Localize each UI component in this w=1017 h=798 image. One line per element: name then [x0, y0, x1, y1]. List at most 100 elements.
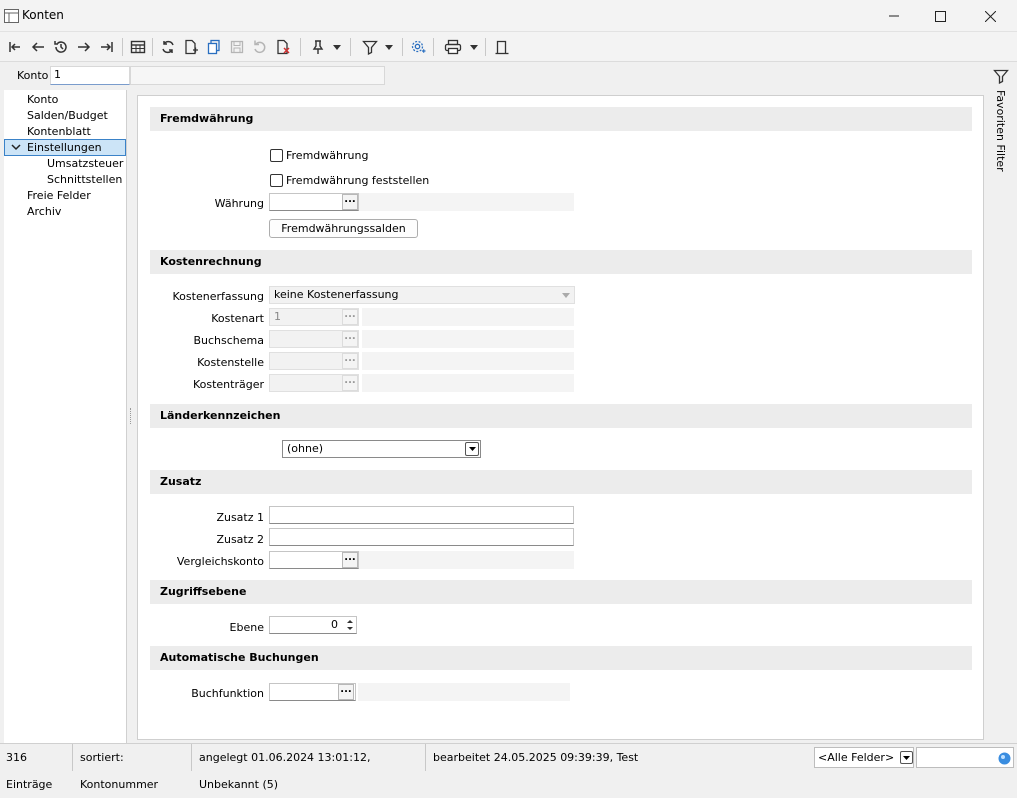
status-edited: bearbeitet 24.05.2025 09:39:39, Test — [433, 751, 639, 764]
chevron-down-icon[interactable] — [465, 442, 479, 456]
fremdwaehrung-checkbox-label: Fremdwährung — [286, 149, 369, 162]
minimize-button[interactable] — [871, 0, 917, 32]
nav-item-label: Einstellungen — [27, 141, 102, 154]
filter-dropdown-icon[interactable] — [382, 36, 396, 58]
search-globe-icon[interactable] — [998, 752, 1011, 765]
toolbar-separator — [122, 38, 123, 56]
zusatz1-label: Zusatz 1 — [216, 511, 264, 524]
toolbar-separator — [402, 38, 403, 56]
history-icon[interactable] — [50, 36, 72, 58]
pin-dropdown-icon[interactable] — [330, 36, 344, 58]
ebene-label: Ebene — [229, 621, 264, 634]
nav-item-freie-felder[interactable]: Freie Felder — [27, 188, 91, 204]
filter-icon[interactable] — [993, 68, 1009, 84]
zusatz1-input[interactable] — [269, 506, 574, 524]
buchfunktion-label: Buchfunktion — [191, 687, 264, 700]
undo-icon[interactable] — [249, 36, 271, 58]
kostenstelle-lookup-button[interactable]: ... — [342, 353, 358, 369]
app-icon — [4, 9, 19, 23]
delete-record-icon[interactable] — [272, 36, 294, 58]
vergleichskonto-description — [359, 551, 574, 569]
status-bar: 316 Einträge sortiert: Kontonummer angel… — [0, 743, 1017, 791]
buchschema-description — [362, 330, 574, 348]
toolbar-separator — [485, 38, 486, 56]
status-entries: 316 Einträge — [0, 744, 73, 791]
kostenerfassung-select[interactable]: keine Kostenerfassung — [269, 286, 575, 304]
save-icon[interactable] — [226, 36, 248, 58]
field-filter-value: <Alle Felder> — [818, 751, 895, 764]
toolbar-separator — [152, 38, 153, 56]
navigation-tree: Konto Salden/Budget Kontenblatt Einstell… — [4, 90, 127, 743]
title-bar: Konten — [0, 0, 1017, 32]
buchfunktion-lookup-button[interactable]: ... — [338, 684, 354, 700]
konto-name-field — [130, 66, 385, 85]
nav-item-archiv[interactable]: Archiv — [27, 204, 61, 220]
toolbar — [0, 32, 1017, 62]
table-view-icon[interactable] — [127, 36, 149, 58]
copy-record-icon[interactable] — [203, 36, 225, 58]
zusatz2-label: Zusatz 2 — [216, 533, 264, 546]
laenderkennzeichen-select[interactable]: (ohne) — [282, 440, 481, 458]
section-header-zugriffsebene: Zugriffsebene — [150, 580, 972, 604]
chevron-down-icon[interactable] — [11, 144, 21, 151]
toolbar-separator — [433, 38, 434, 56]
kostentraeger-lookup-button[interactable]: ... — [342, 375, 358, 391]
vergleichskonto-lookup-button[interactable]: ... — [342, 552, 358, 568]
section-header-laenderkennzeichen: Länderkennzeichen — [150, 404, 972, 428]
nav-item-umsatzsteuer[interactable]: Umsatzsteuer — [47, 156, 123, 172]
nav-item-konto[interactable]: Konto — [27, 92, 58, 108]
new-record-icon[interactable] — [180, 36, 202, 58]
fremdwaehrung-feststellen-checkbox[interactable] — [270, 174, 283, 187]
status-created: angelegt 01.06.2024 13:01:12, Unbekannt … — [193, 744, 426, 791]
zusatz2-input[interactable] — [269, 528, 574, 546]
pin-icon[interactable] — [307, 36, 329, 58]
fremdwaehrung-feststellen-label: Fremdwährung feststellen — [286, 174, 430, 187]
kostenstelle-description — [362, 352, 574, 370]
print-dropdown-icon[interactable] — [467, 36, 481, 58]
close-button[interactable] — [967, 0, 1013, 32]
favorites-filter-strip[interactable]: Favoriten Filter — [985, 62, 1017, 743]
fremdwaehrung-checkbox[interactable] — [270, 149, 283, 162]
settings-icon[interactable] — [407, 36, 429, 58]
nav-item-kontenblatt[interactable]: Kontenblatt — [27, 124, 91, 140]
kostenart-lookup-button[interactable]: ... — [342, 309, 358, 325]
print-icon[interactable] — [442, 36, 464, 58]
chevron-down-icon[interactable] — [562, 293, 570, 298]
last-record-icon[interactable] — [96, 36, 118, 58]
kostenstelle-label: Kostenstelle — [197, 356, 264, 369]
konto-label: Konto — [17, 69, 49, 82]
kostenerfassung-value: keine Kostenerfassung — [274, 288, 399, 301]
field-filter-select[interactable]: <Alle Felder> — [814, 747, 914, 768]
kostentraeger-description — [362, 374, 574, 392]
section-header-automatische-buchungen: Automatische Buchungen — [150, 646, 972, 670]
filter-icon[interactable] — [359, 36, 381, 58]
nav-item-einstellungen[interactable]: Einstellungen — [4, 139, 126, 156]
fremdwaehrungssalden-button[interactable]: Fremdwährungssalden — [269, 219, 418, 238]
nav-item-schnittstellen[interactable]: Schnittstellen — [47, 172, 122, 188]
next-record-icon[interactable] — [73, 36, 95, 58]
settings-panel: Fremdwährung Fremdwährung Fremdwährung f… — [137, 95, 984, 740]
maximize-button[interactable] — [917, 0, 963, 32]
waehrung-lookup-button[interactable]: ... — [342, 194, 358, 210]
konto-input[interactable]: 1 — [50, 66, 130, 85]
toolbar-separator — [300, 38, 301, 56]
vergleichskonto-label: Vergleichskonto — [176, 555, 264, 568]
splitter-handle[interactable] — [130, 408, 132, 424]
first-record-icon[interactable] — [4, 36, 26, 58]
ebene-spinner-buttons[interactable] — [344, 617, 356, 633]
kostenerfassung-label: Kostenerfassung — [172, 290, 264, 303]
nav-item-salden-budget[interactable]: Salden/Budget — [27, 108, 108, 124]
exit-icon[interactable] — [491, 36, 513, 58]
section-header-kostenrechnung: Kostenrechnung — [150, 250, 972, 274]
buchschema-lookup-button[interactable]: ... — [342, 331, 358, 347]
status-sorted: sortiert: Kontonummer — [74, 744, 192, 791]
kostentraeger-label: Kostenträger — [192, 378, 264, 391]
section-header-fremdwaehrung: Fremdwährung — [150, 107, 972, 131]
previous-record-icon[interactable] — [27, 36, 49, 58]
window-title: Konten — [22, 8, 64, 22]
kostenart-label: Kostenart — [211, 312, 264, 325]
laenderkennzeichen-value: (ohne) — [287, 442, 324, 455]
refresh-icon[interactable] — [157, 36, 179, 58]
chevron-down-icon[interactable] — [900, 751, 913, 764]
section-header-zusatz: Zusatz — [150, 470, 972, 494]
